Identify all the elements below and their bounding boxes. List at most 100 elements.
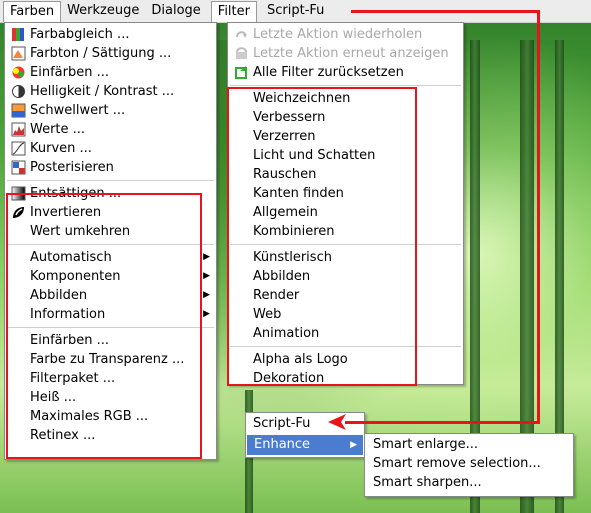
menu-item-label: Allgemein bbox=[253, 205, 318, 220]
menu-item-label: Animation bbox=[253, 326, 320, 341]
menu-item-einfaerben[interactable]: Einfärben ... bbox=[5, 63, 216, 82]
menu-item-label: Letzte Aktion wiederholen bbox=[253, 27, 423, 42]
farben-menu: Farbabgleich ... Farbton / Sättigung ...… bbox=[4, 22, 217, 460]
menu-item-label: Künstlerisch bbox=[253, 250, 332, 265]
menu-item-heiss[interactable]: Heiß ... bbox=[5, 388, 216, 407]
menu-item-label: Letzte Aktion erneut anzeigen bbox=[253, 46, 449, 61]
menu-item-label: Automatisch bbox=[30, 250, 112, 265]
separator bbox=[230, 346, 461, 347]
menu-farben[interactable]: Farben bbox=[3, 0, 62, 22]
menu-item-farbe-zu-transparenz[interactable]: Farbe zu Transparenz ... bbox=[5, 350, 216, 369]
menu-dialoge[interactable]: Dialoge bbox=[145, 1, 206, 21]
submenu-arrow-icon: ▶ bbox=[203, 271, 210, 281]
menu-item-render[interactable]: Render bbox=[228, 286, 463, 305]
menu-item-verzerren[interactable]: Verzerren bbox=[228, 127, 463, 146]
menu-item-einfaerben-script[interactable]: Einfärben ... bbox=[5, 331, 216, 350]
enhance-submenu: Smart enlarge... Smart remove selection.… bbox=[364, 433, 574, 497]
menu-item-smart-sharpen[interactable]: Smart sharpen... bbox=[365, 473, 573, 492]
menu-filter[interactable]: Filter bbox=[210, 0, 257, 22]
invert-icon bbox=[11, 205, 26, 220]
menu-item-label: Farbabgleich ... bbox=[30, 27, 130, 42]
menu-item-label: Einfärben ... bbox=[30, 333, 109, 348]
menu-item-label: Filterpaket ... bbox=[30, 371, 116, 386]
menu-item-kanten-finden[interactable]: Kanten finden bbox=[228, 184, 463, 203]
annotation-arrow-line bbox=[345, 421, 540, 424]
menu-item-label: Entsättigen ... bbox=[30, 186, 122, 201]
menu-item-label: Retinex ... bbox=[30, 428, 96, 443]
menu-item-label: Werte ... bbox=[30, 122, 86, 137]
separator bbox=[230, 244, 461, 245]
menu-item-farbton-saettigung[interactable]: Farbton / Sättigung ... bbox=[5, 44, 216, 63]
menu-item-label: Alle Filter zurücksetzen bbox=[253, 65, 404, 80]
brightness-contrast-icon bbox=[11, 84, 26, 99]
menu-item-label: Posterisieren bbox=[30, 160, 114, 175]
menu-item-label: Einfärben ... bbox=[30, 65, 109, 80]
annotation-arrow-line bbox=[351, 10, 540, 13]
menu-item-entsaettigen[interactable]: Entsättigen ... bbox=[5, 184, 216, 203]
menu-item-label: Smart enlarge... bbox=[373, 437, 479, 452]
menu-item-helligkeit-kontrast[interactable]: Helligkeit / Kontrast ... bbox=[5, 82, 216, 101]
menu-item-kombinieren[interactable]: Kombinieren bbox=[228, 222, 463, 241]
threshold-icon bbox=[11, 103, 26, 118]
color-balance-icon bbox=[11, 27, 26, 42]
menu-item-label: Farbe zu Transparenz ... bbox=[30, 352, 185, 367]
filter-menu: Letzte Aktion wiederholen Letzte Aktion … bbox=[227, 22, 464, 388]
menu-item-label: Schwellwert ... bbox=[30, 103, 126, 118]
menu-item-schwellwert[interactable]: Schwellwert ... bbox=[5, 101, 216, 120]
menu-werkzeuge[interactable]: Werkzeuge bbox=[61, 1, 145, 21]
menu-item-komponenten[interactable]: Komponenten ▶ bbox=[5, 267, 216, 286]
menu-item-weichzeichnen[interactable]: Weichzeichnen bbox=[228, 89, 463, 108]
menu-item-label: Script-Fu bbox=[253, 416, 311, 431]
menu-item-werte[interactable]: Werte ... bbox=[5, 120, 216, 139]
menu-item-label: Rauschen bbox=[253, 167, 317, 182]
colorize-icon bbox=[11, 65, 26, 80]
menu-item-label: Invertieren bbox=[30, 205, 102, 220]
menu-item-label: Information bbox=[30, 307, 106, 322]
menu-item-kuenstlerisch[interactable]: Künstlerisch bbox=[228, 248, 463, 267]
menu-item-retinex[interactable]: Retinex ... bbox=[5, 426, 216, 445]
menu-item-kurven[interactable]: Kurven ... bbox=[5, 139, 216, 158]
menu-item-smart-enlarge[interactable]: Smart enlarge... bbox=[365, 435, 573, 454]
menu-item-dekoration[interactable]: Dekoration bbox=[228, 369, 463, 388]
menu-item-label: Farbton / Sättigung ... bbox=[30, 46, 172, 61]
menu-item-posterisieren[interactable]: Posterisieren bbox=[5, 158, 216, 177]
menu-item-label: Wert umkehren bbox=[30, 224, 131, 239]
menu-item-verbessern[interactable]: Verbessern bbox=[228, 108, 463, 127]
menu-item-alle-filter-zuruecksetzen[interactable]: Alle Filter zurücksetzen bbox=[228, 63, 463, 82]
repeat-icon bbox=[234, 27, 249, 42]
separator bbox=[230, 85, 461, 86]
menu-item-label: Abbilden bbox=[30, 288, 88, 303]
separator bbox=[7, 244, 214, 245]
menu-item-label: Render bbox=[253, 288, 300, 303]
menu-item-allgemein[interactable]: Allgemein bbox=[228, 203, 463, 222]
menu-item-farbabgleich[interactable]: Farbabgleich ... bbox=[5, 25, 216, 44]
menu-item-abbilden-filter[interactable]: Abbilden bbox=[228, 267, 463, 286]
menu-item-wert-umkehren[interactable]: Wert umkehren bbox=[5, 222, 216, 241]
reset-icon bbox=[234, 65, 249, 80]
menu-item-label: Kombinieren bbox=[253, 224, 335, 239]
menu-item-maximales-rgb[interactable]: Maximales RGB ... bbox=[5, 407, 216, 426]
submenu-arrow-icon: ▶ bbox=[203, 309, 210, 319]
menu-item-animation[interactable]: Animation bbox=[228, 324, 463, 343]
menu-item-automatisch[interactable]: Automatisch ▶ bbox=[5, 248, 216, 267]
menu-item-licht-und-schatten[interactable]: Licht und Schatten bbox=[228, 146, 463, 165]
posterize-icon bbox=[11, 160, 26, 175]
menu-script-fu[interactable]: Script-Fu bbox=[261, 1, 330, 21]
menu-item-label: Verbessern bbox=[253, 110, 326, 125]
menu-item-letzte-aktion-anzeigen: Letzte Aktion erneut anzeigen bbox=[228, 44, 463, 63]
menu-item-web[interactable]: Web bbox=[228, 305, 463, 324]
menu-item-filterpaket[interactable]: Filterpaket ... bbox=[5, 369, 216, 388]
annotation-arrow-head-icon bbox=[328, 414, 346, 430]
menu-item-abbilden[interactable]: Abbilden ▶ bbox=[5, 286, 216, 305]
menu-item-label: Heiß ... bbox=[30, 390, 77, 405]
menu-item-alpha-als-logo[interactable]: Alpha als Logo bbox=[228, 350, 463, 369]
menu-item-rauschen[interactable]: Rauschen bbox=[228, 165, 463, 184]
menu-item-enhance[interactable]: Enhance ▶ bbox=[247, 435, 363, 455]
menu-item-smart-remove-selection[interactable]: Smart remove selection... bbox=[365, 454, 573, 473]
menu-item-invertieren[interactable]: Invertieren bbox=[5, 203, 216, 222]
menu-item-label: Kanten finden bbox=[253, 186, 344, 201]
menu-item-label: Smart remove selection... bbox=[373, 456, 541, 471]
menu-item-label: Weichzeichnen bbox=[253, 91, 351, 106]
menu-item-information[interactable]: Information ▶ bbox=[5, 305, 216, 324]
separator bbox=[7, 327, 214, 328]
